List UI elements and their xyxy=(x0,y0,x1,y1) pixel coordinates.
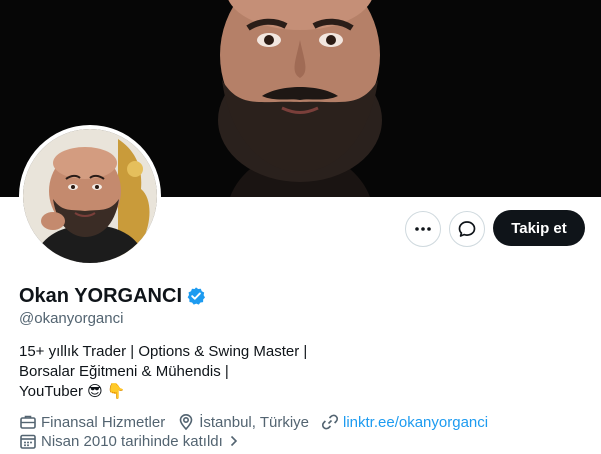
website-item[interactable]: linktr.ee/okanyorganci xyxy=(321,413,488,431)
bio-line: 15+ yıllık Trader | Options & Swing Mast… xyxy=(19,343,308,360)
briefcase-icon xyxy=(20,415,36,429)
website-link[interactable]: linktr.ee/okanyorganci xyxy=(343,414,488,431)
profile-bio: 15+ yıllık Trader | Options & Swing Mast… xyxy=(19,342,399,402)
profile-handle: @okanyorganci xyxy=(19,310,124,327)
profile-name: Okan YORGANCI xyxy=(19,285,182,307)
profile-name-row: Okan YORGANCI xyxy=(19,284,206,308)
more-icon xyxy=(415,227,431,231)
bio-line: YouTuber 😎 👇 xyxy=(19,383,126,400)
category-item: Finansal Hizmetler xyxy=(19,413,165,431)
message-icon xyxy=(458,221,476,237)
chevron-right-icon xyxy=(230,435,237,447)
location-text: İstanbul, Türkiye xyxy=(199,413,309,431)
calendar-icon xyxy=(20,434,36,449)
joined-row[interactable]: Nisan 2010 tarihinde katıldı xyxy=(19,432,257,450)
location-pin-icon xyxy=(179,413,193,431)
joined-item[interactable]: Nisan 2010 tarihinde katıldı xyxy=(19,432,245,450)
more-options-button[interactable] xyxy=(405,211,441,247)
follow-button[interactable]: Takip et xyxy=(493,210,585,246)
link-icon xyxy=(321,414,339,430)
profile-avatar[interactable] xyxy=(19,125,161,267)
verified-badge-icon[interactable] xyxy=(186,286,206,306)
category-text: Finansal Hizmetler xyxy=(41,413,166,431)
joined-text: Nisan 2010 tarihinde katıldı xyxy=(41,432,223,450)
bio-line: Borsalar Eğitmeni & Mühendis | xyxy=(19,363,229,380)
message-button[interactable] xyxy=(449,211,485,247)
location-item: İstanbul, Türkiye xyxy=(177,413,309,431)
profile-meta: Finansal Hizmetler İstanbul, Türkiye lin… xyxy=(19,413,500,431)
